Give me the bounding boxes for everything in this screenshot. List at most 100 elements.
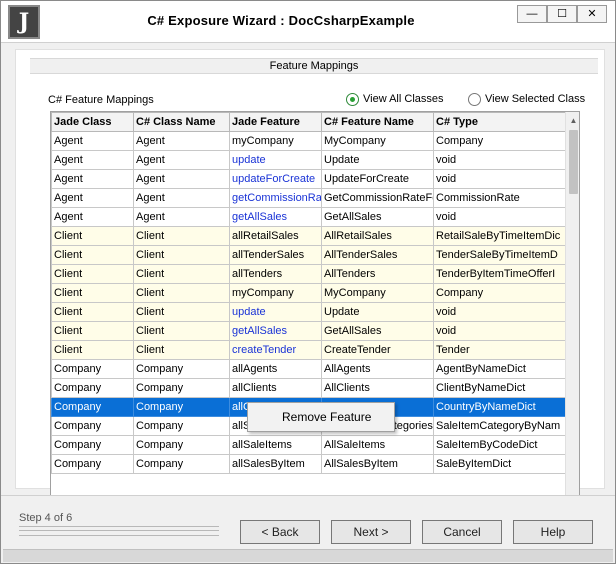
table-row[interactable]: Client Client update Update void [51,302,567,322]
jade-feature-cell[interactable]: createTender [229,340,322,360]
back-button[interactable]: < Back [240,520,320,544]
csharp-feature-name-cell[interactable]: Update [321,302,434,322]
csharp-class-name-cell[interactable]: Client [133,226,230,246]
csharp-class-name-cell[interactable]: Client [133,283,230,303]
csharp-feature-name-cell[interactable]: AllTenders [321,264,434,284]
table-row[interactable]: Company Company allClients AllClients Client… [51,378,567,398]
csharp-class-name-cell[interactable]: Company [133,416,230,436]
csharp-type-cell[interactable]: Company [433,283,567,303]
jade-class-cell[interactable]: Client [51,340,134,360]
csharp-feature-name-cell[interactable]: UpdateForCreate [321,169,434,189]
csharp-feature-name-cell[interactable]: GetCommissionRateFor [321,188,434,208]
csharp-class-name-cell[interactable]: Company [133,378,230,398]
csharp-class-name-cell[interactable]: Company [133,435,230,455]
csharp-class-name-cell[interactable]: Company [133,397,230,417]
jade-class-cell[interactable]: Client [51,245,134,265]
jade-feature-cell[interactable]: allAgents [229,359,322,379]
jade-class-cell[interactable]: Client [51,226,134,246]
table-row[interactable]: Company Company allSaleItems AllSaleItems Sa… [51,435,567,455]
scroll-up-icon[interactable]: ▲ [566,114,579,128]
jade-feature-cell[interactable]: myCompany [229,131,322,151]
jade-feature-cell[interactable]: allClients [229,378,322,398]
csharp-feature-name-cell[interactable]: GetAllSales [321,207,434,227]
maximize-button[interactable]: ☐ [547,5,577,23]
help-button[interactable]: Help [513,520,593,544]
jade-feature-cell[interactable]: getAllSales [229,207,322,227]
table-row[interactable]: Agent Agent getCommissionRate GetCommission… [51,188,567,208]
jade-class-cell[interactable]: Client [51,321,134,341]
jade-feature-cell[interactable]: myCompany [229,283,322,303]
csharp-feature-name-cell[interactable]: AllSaleItems [321,435,434,455]
csharp-type-cell[interactable]: TenderSaleByTimeItemD [433,245,567,265]
csharp-type-cell[interactable]: CountryByNameDict [433,397,567,417]
csharp-class-name-cell[interactable]: Client [133,264,230,284]
jade-class-cell[interactable]: Company [51,359,134,379]
jade-class-cell[interactable]: Agent [51,131,134,151]
csharp-type-cell[interactable]: CommissionRate [433,188,567,208]
jade-feature-cell[interactable]: getAllSales [229,321,322,341]
jade-class-cell[interactable]: Agent [51,207,134,227]
cancel-button[interactable]: Cancel [422,520,502,544]
csharp-class-name-cell[interactable]: Client [133,321,230,341]
jade-feature-cell[interactable]: allSalesByItem [229,454,322,474]
csharp-class-name-cell[interactable]: Agent [133,131,230,151]
jade-class-cell[interactable]: Company [51,435,134,455]
csharp-type-cell[interactable]: void [433,302,567,322]
csharp-type-cell[interactable]: void [433,169,567,189]
table-row[interactable]: Agent Agent getAllSales GetAllSales void [51,207,567,227]
jade-feature-cell[interactable]: getCommissionRate [229,188,322,208]
header-csharp-type[interactable]: C# Type [433,112,567,132]
jade-feature-cell[interactable]: allSaleItems [229,435,322,455]
table-row[interactable]: Client Client allRetailSales AllRetailSales… [51,226,567,246]
csharp-class-name-cell[interactable]: Company [133,454,230,474]
table-row[interactable]: Client Client allTenders AllTenders TenderBy… [51,264,567,284]
jade-class-cell[interactable]: Client [51,283,134,303]
jade-class-cell[interactable]: Company [51,454,134,474]
jade-class-cell[interactable]: Client [51,264,134,284]
jade-class-cell[interactable]: Company [51,397,134,417]
header-csharp-feature-name[interactable]: C# Feature Name [321,112,434,132]
table-row[interactable]: Client Client getAllSales GetAllSales void [51,321,567,341]
csharp-type-cell[interactable]: SaleByItemDict [433,454,567,474]
csharp-type-cell[interactable]: SaleItemCategoryByNam [433,416,567,436]
csharp-feature-name-cell[interactable]: CreateTender [321,340,434,360]
csharp-type-cell[interactable]: AgentByNameDict [433,359,567,379]
csharp-type-cell[interactable]: Tender [433,340,567,360]
header-jade-feature[interactable]: Jade Feature [229,112,322,132]
table-row[interactable]: Client Client createTender CreateTender Tend… [51,340,567,360]
csharp-class-name-cell[interactable]: Agent [133,188,230,208]
jade-feature-cell[interactable]: update [229,302,322,322]
view-selected-class-radio[interactable]: View Selected Class [468,92,585,108]
jade-feature-cell[interactable]: update [229,150,322,170]
csharp-type-cell[interactable]: TenderByItemTimeOfferI [433,264,567,284]
jade-feature-cell[interactable]: allTenders [229,264,322,284]
header-csharp-class-name[interactable]: C# Class Name [133,112,230,132]
csharp-class-name-cell[interactable]: Agent [133,207,230,227]
csharp-type-cell[interactable]: ClientByNameDict [433,378,567,398]
csharp-type-cell[interactable]: Company [433,131,567,151]
csharp-type-cell[interactable]: void [433,321,567,341]
table-row[interactable]: Client Client myCompany MyCompany Company [51,283,567,303]
table-row[interactable]: Agent Agent update Update void [51,150,567,170]
jade-class-cell[interactable]: Agent [51,150,134,170]
table-row[interactable]: Agent Agent myCompany MyCompany Company [51,131,567,151]
jade-class-cell[interactable]: Agent [51,188,134,208]
csharp-type-cell[interactable]: void [433,207,567,227]
jade-feature-cell[interactable]: allRetailSales [229,226,322,246]
csharp-feature-name-cell[interactable]: Update [321,150,434,170]
csharp-feature-name-cell[interactable]: AllRetailSales [321,226,434,246]
csharp-class-name-cell[interactable]: Client [133,302,230,322]
csharp-feature-name-cell[interactable]: MyCompany [321,131,434,151]
header-jade-class[interactable]: Jade Class [51,112,134,132]
csharp-feature-name-cell[interactable]: AllTenderSales [321,245,434,265]
scrollbar-thumb[interactable] [569,130,578,194]
table-row[interactable]: Agent Agent updateForCreate UpdateForCreate… [51,169,567,189]
minimize-button[interactable]: — [517,5,547,23]
view-all-classes-radio[interactable]: View All Classes [346,92,444,108]
csharp-type-cell[interactable]: RetailSaleByTimeItemDic [433,226,567,246]
table-row[interactable]: Company Company allAgents AllAgents AgentByN… [51,359,567,379]
csharp-class-name-cell[interactable]: Client [133,340,230,360]
csharp-type-cell[interactable]: void [433,150,567,170]
jade-feature-cell[interactable]: updateForCreate [229,169,322,189]
jade-class-cell[interactable]: Client [51,302,134,322]
